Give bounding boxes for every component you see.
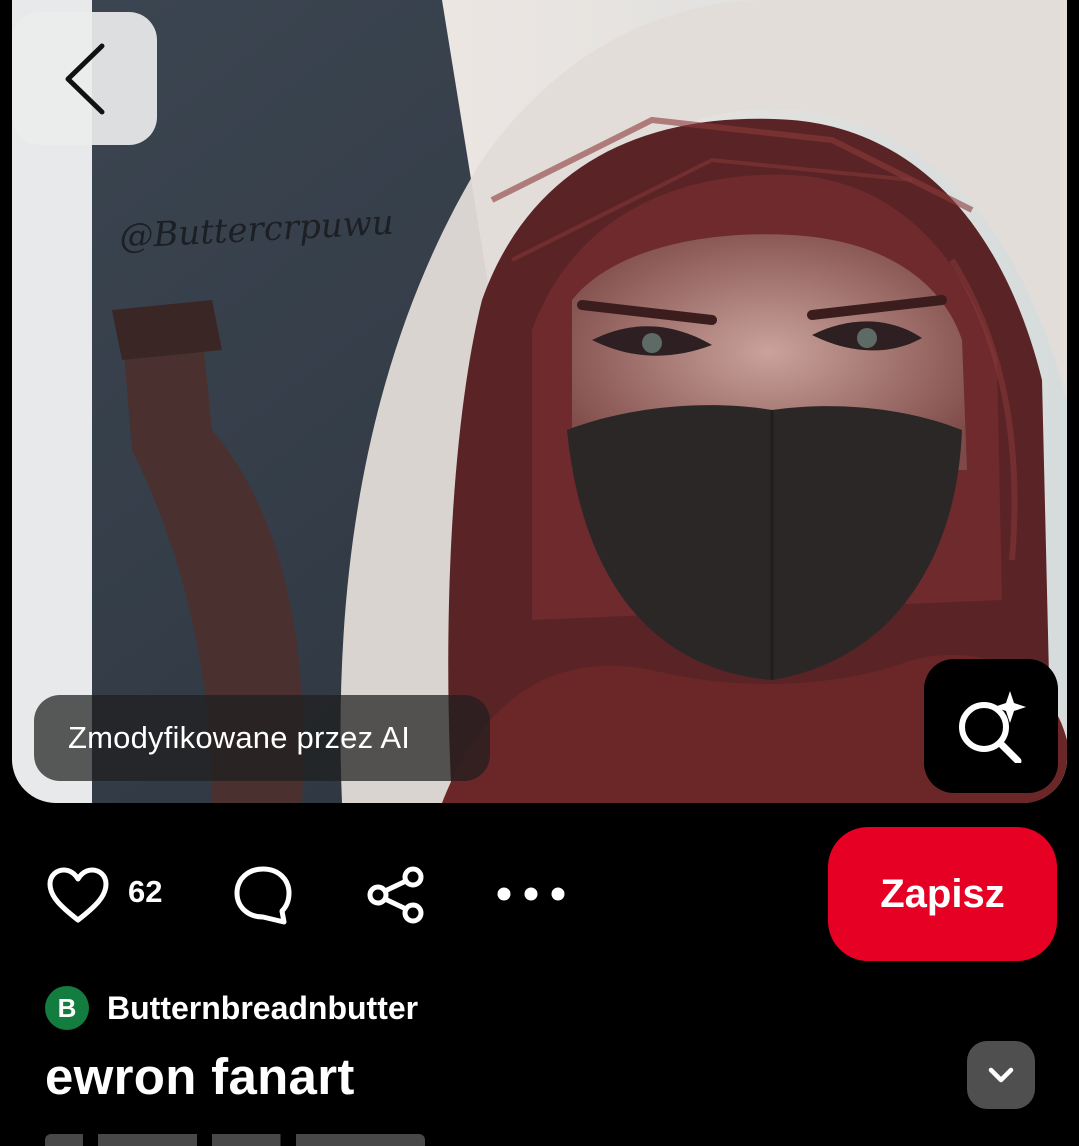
expand-details-button[interactable] xyxy=(967,1041,1035,1109)
more-options-button[interactable] xyxy=(494,878,568,910)
visual-search-button[interactable] xyxy=(924,659,1058,793)
share-icon xyxy=(367,866,424,924)
pin-detail-screen: @Buttercrpuwu Zmodyfikowane przez AI 62 xyxy=(0,0,1079,1146)
back-button[interactable] xyxy=(12,12,157,145)
pin-image[interactable]: @Buttercrpuwu xyxy=(12,0,1067,803)
share-button[interactable] xyxy=(366,866,426,924)
ai-modified-badge[interactable]: Zmodyfikowane przez AI xyxy=(34,695,490,781)
avatar: B xyxy=(45,986,89,1030)
like-button[interactable] xyxy=(46,866,110,924)
artwork-illustration: @Buttercrpuwu xyxy=(12,0,1067,803)
comment-button[interactable] xyxy=(232,864,294,926)
action-bar: 62 Zapisz xyxy=(0,826,1079,962)
save-button[interactable]: Zapisz xyxy=(828,827,1057,961)
ai-badge-label: Zmodyfikowane przez AI xyxy=(68,720,411,755)
comment-bubble-icon xyxy=(234,866,292,925)
chevron-left-icon xyxy=(65,43,104,114)
description-cut-off xyxy=(45,1126,445,1146)
heart-outline-icon xyxy=(47,867,109,923)
pin-title: ewron fanart xyxy=(45,1048,355,1105)
chevron-down-icon xyxy=(988,1067,1014,1083)
visual-search-sparkle-icon xyxy=(959,691,1026,763)
like-count: 62 xyxy=(128,874,163,909)
author-name: Butternbreadnbutter xyxy=(107,989,419,1026)
author-link[interactable]: B Butternbreadnbutter xyxy=(45,986,418,1030)
more-horizontal-icon xyxy=(497,887,565,901)
